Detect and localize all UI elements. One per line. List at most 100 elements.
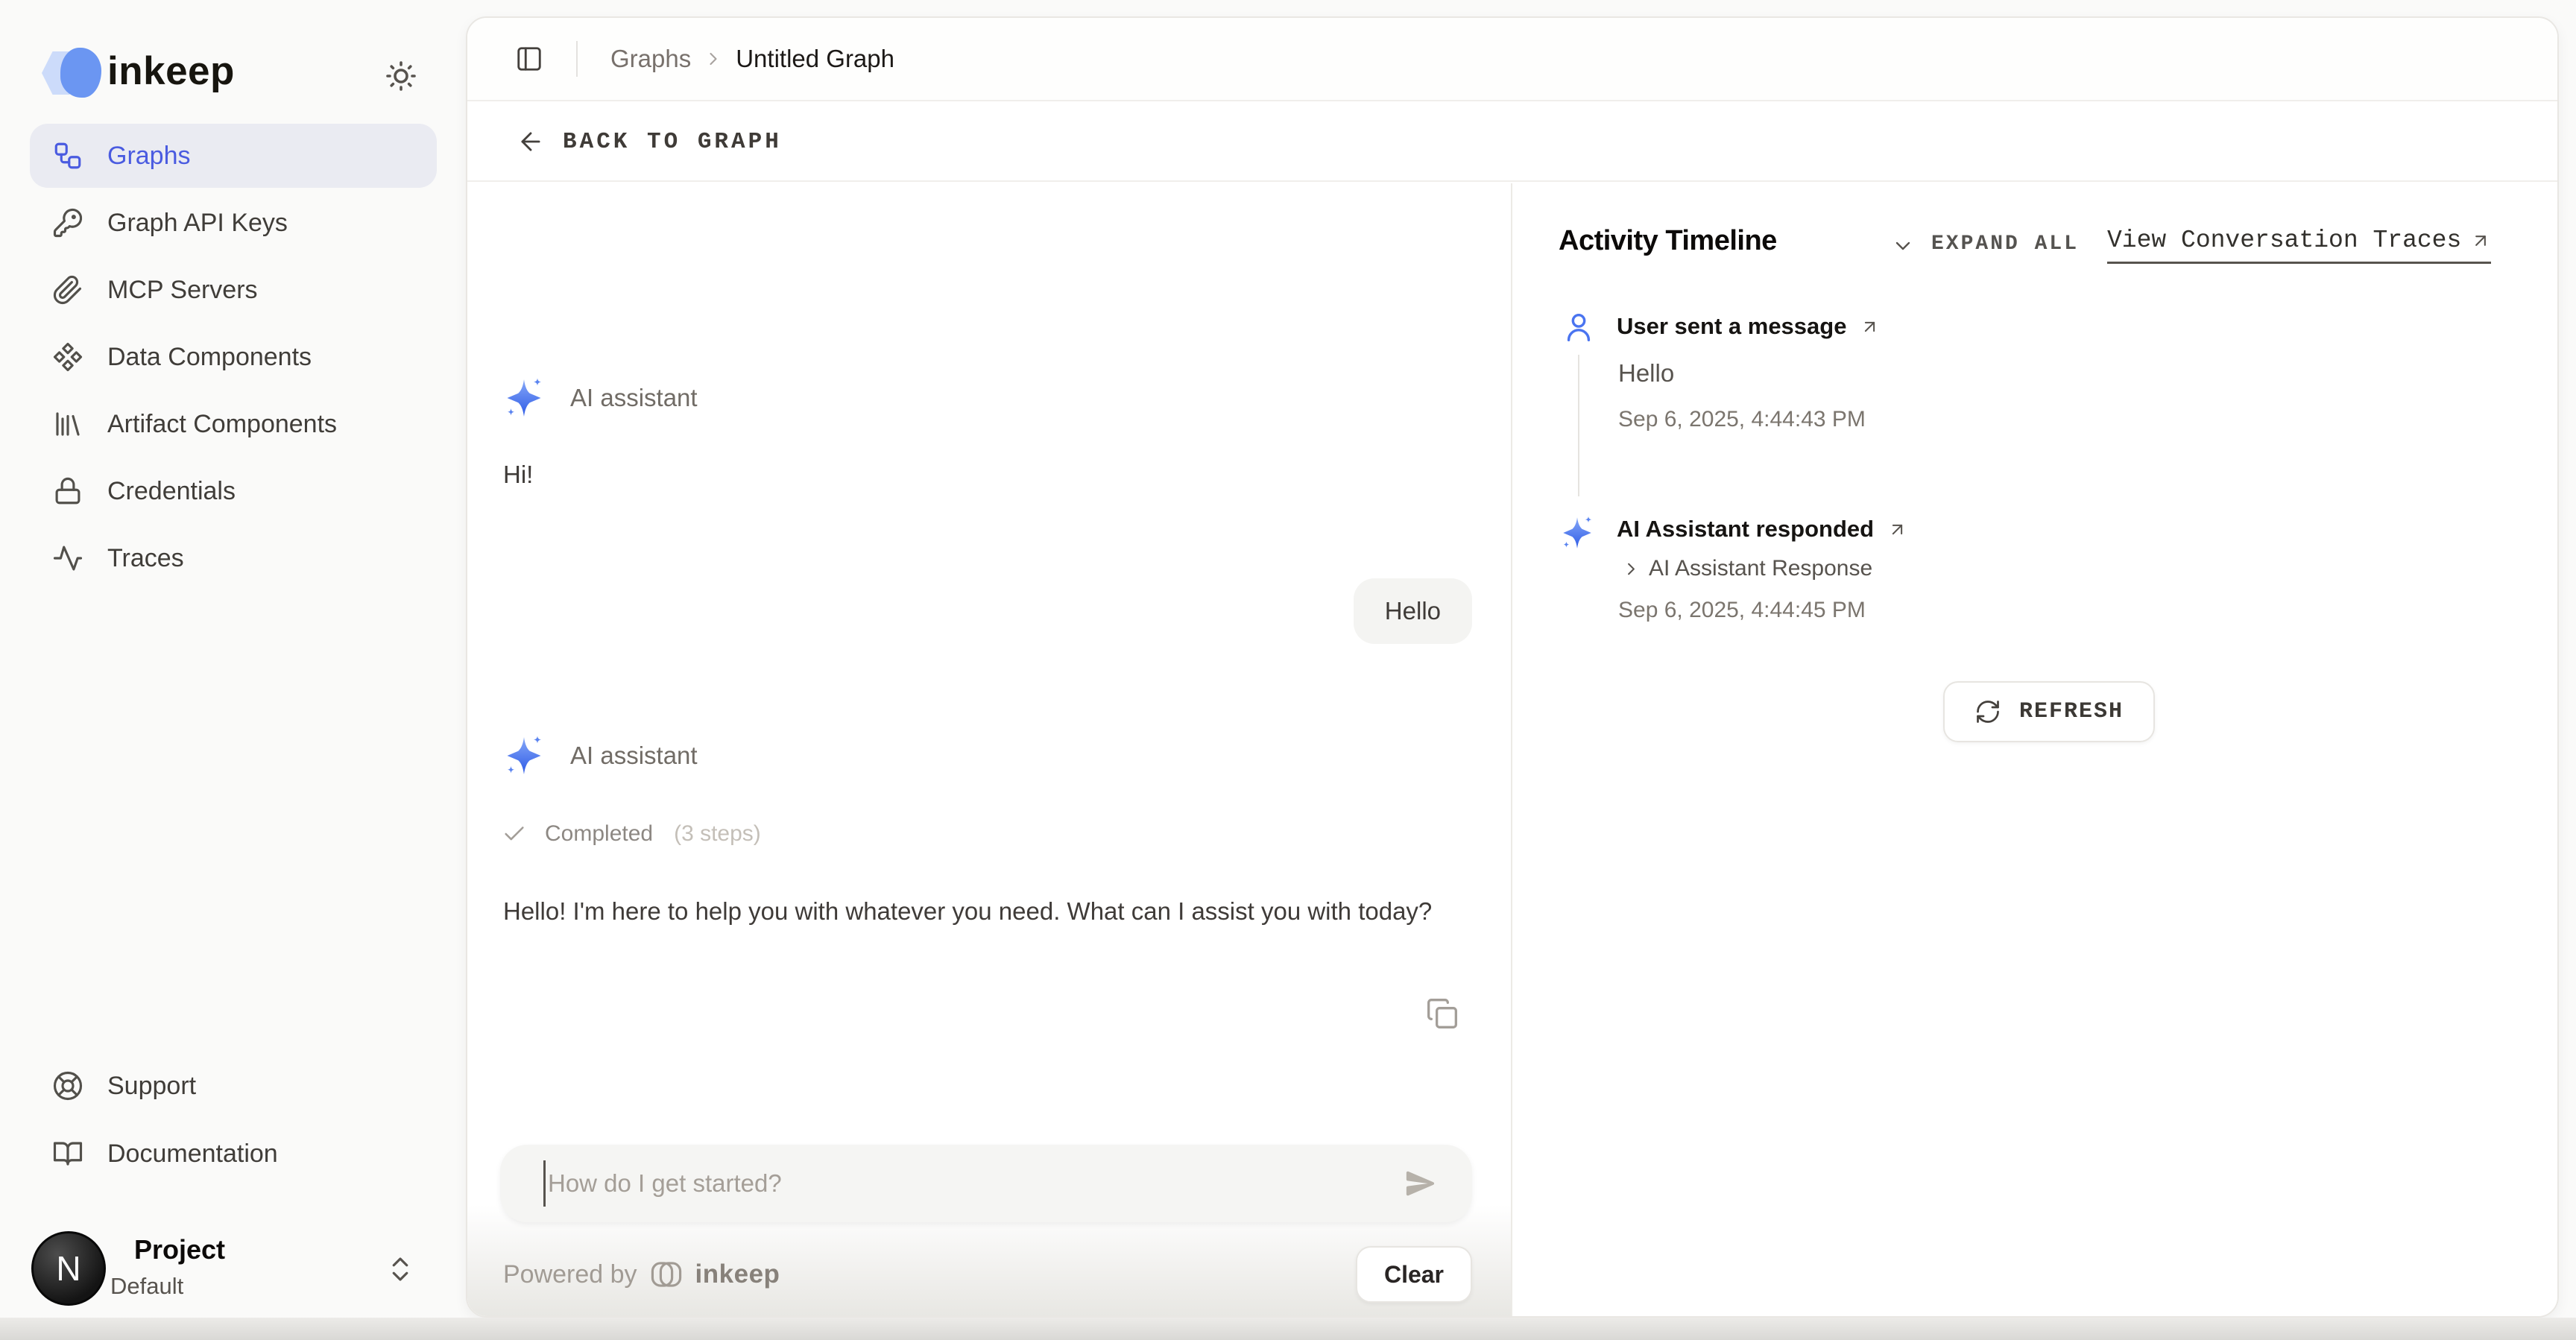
back-to-graph-label: BACK TO GRAPH: [563, 129, 782, 155]
copy-icon[interactable]: [1426, 997, 1459, 1030]
sidebar-item-credentials[interactable]: Credentials: [30, 459, 437, 523]
arrow-up-right-icon: [2470, 230, 2491, 251]
project-name: Project: [134, 1234, 225, 1265]
sidebar-item-label: Support: [107, 1072, 196, 1101]
event-title: User sent a message: [1617, 313, 1846, 340]
sidebar-item-label: Artifact Components: [107, 410, 337, 439]
refresh-button-label: REFRESH: [2019, 699, 2124, 724]
assistant-message-header: AI assistant: [502, 376, 698, 420]
app-window: inkeep Graphs Graph API Keys: [0, 0, 2576, 1340]
sidebar-item-traces[interactable]: Traces: [30, 526, 437, 590]
panel-left-toggle-icon[interactable]: [515, 45, 543, 73]
chevron-down-icon[interactable]: [1891, 234, 1915, 258]
sidebar-item-label: MCP Servers: [107, 276, 258, 305]
check-icon: [502, 821, 527, 847]
key-icon: [52, 207, 83, 238]
event-title: AI Assistant responded: [1617, 516, 1874, 543]
sidebar-item-label: Graphs: [107, 142, 191, 171]
sidebar-item-label: Traces: [107, 544, 184, 573]
clear-button-label: Clear: [1384, 1261, 1444, 1289]
chat-preview-panel: AI assistant Hi! Hello AI assistant Comp…: [467, 183, 1512, 1316]
assistant-label: AI assistant: [570, 742, 698, 770]
breadcrumb-current: Untitled Graph: [736, 45, 894, 73]
refresh-button[interactable]: REFRESH: [1943, 681, 2155, 742]
back-to-graph-button[interactable]: BACK TO GRAPH: [467, 103, 2557, 182]
sparkles-icon: [1559, 514, 1596, 552]
inkeep-glyph-icon: [649, 1260, 684, 1289]
status-label: Completed: [545, 821, 653, 847]
library-icon: [52, 408, 83, 440]
project-switcher[interactable]: N Project Default: [30, 1227, 437, 1313]
project-workspace: Default: [110, 1273, 183, 1300]
event-timestamp: Sep 6, 2025, 4:44:45 PM: [1618, 598, 1866, 623]
sidebar-item-label: Graph API Keys: [107, 209, 288, 238]
event-body: Hello: [1618, 359, 1674, 388]
assistant-message-text: Hello! I'm here to help you with whateve…: [503, 891, 1472, 931]
send-icon[interactable]: [1404, 1166, 1438, 1201]
powered-by-label: Powered by: [503, 1260, 637, 1289]
sidebar-item-graphs[interactable]: Graphs: [30, 124, 437, 188]
activity-timeline-panel: Activity Timeline EXPAND ALL View Conver…: [1514, 183, 2557, 1316]
text-caret: [543, 1160, 546, 1207]
chevron-right-icon: [1621, 559, 1641, 579]
main-panel: Graphs Untitled Graph BACK TO GRAPH AI a…: [466, 16, 2559, 1318]
sidebar-item-data-components[interactable]: Data Components: [30, 325, 437, 389]
timeline-event-user-message[interactable]: User sent a message: [1617, 313, 1880, 340]
refresh-icon: [1974, 698, 2001, 725]
timeline-connector-line: [1578, 355, 1579, 496]
assistant-label: AI assistant: [570, 384, 698, 412]
chevrons-up-down-icon: [385, 1254, 416, 1285]
activity-icon: [52, 543, 83, 574]
inkeep-wordmark: inkeep: [107, 45, 235, 98]
sidebar-item-support[interactable]: Support: [30, 1054, 437, 1118]
life-buoy-icon: [52, 1070, 83, 1102]
header-divider: [576, 41, 578, 77]
logo-blob-shape: [60, 48, 101, 98]
view-traces-label: View Conversation Traces: [2107, 227, 2461, 254]
component-icon: [52, 341, 83, 373]
breadcrumb-graphs[interactable]: Graphs: [610, 45, 691, 73]
theme-toggle-sun-icon[interactable]: [383, 58, 419, 94]
inkeep-logo-icon: [42, 48, 101, 98]
sidebar: inkeep Graphs Graph API Keys: [0, 0, 466, 1318]
expand-all-button[interactable]: EXPAND ALL: [1931, 233, 2079, 256]
powered-by-brand: inkeep: [695, 1260, 780, 1289]
powered-by-row[interactable]: Powered by inkeep: [503, 1260, 780, 1289]
chat-input-container: [500, 1145, 1472, 1222]
chevron-right-icon: [703, 48, 724, 69]
lock-icon: [52, 475, 83, 507]
sidebar-nav: Graphs Graph API Keys MCP Servers Data C…: [30, 124, 437, 593]
sparkles-icon: [502, 733, 546, 778]
chat-input[interactable]: [500, 1145, 1472, 1222]
workflow-icon: [52, 140, 83, 171]
paperclip-icon: [52, 274, 83, 306]
event-timestamp: Sep 6, 2025, 4:44:43 PM: [1618, 407, 1866, 432]
view-conversation-traces-link[interactable]: View Conversation Traces: [2107, 227, 2491, 264]
logo-row: inkeep: [42, 46, 429, 101]
assistant-message-header: AI assistant: [502, 733, 698, 778]
arrow-left-icon: [517, 127, 545, 156]
sparkles-icon: [502, 376, 546, 420]
sidebar-item-mcp-servers[interactable]: MCP Servers: [30, 258, 437, 322]
sidebar-item-artifact-components[interactable]: Artifact Components: [30, 392, 437, 456]
sidebar-item-label: Documentation: [107, 1140, 278, 1169]
status-steps: (3 steps): [674, 821, 761, 847]
sidebar-item-label: Data Components: [107, 343, 312, 372]
content-area: AI assistant Hi! Hello AI assistant Comp…: [467, 183, 2557, 1316]
clear-button[interactable]: Clear: [1356, 1246, 1472, 1303]
timeline-title: Activity Timeline: [1559, 225, 1777, 257]
arrow-up-right-icon: [1860, 317, 1880, 337]
sidebar-item-label: Credentials: [107, 477, 236, 506]
assistant-message-text: Hi!: [503, 461, 533, 489]
user-message-bubble: Hello: [1354, 578, 1472, 644]
assistant-response-expander[interactable]: AI Assistant Response: [1621, 556, 1872, 581]
user-icon: [1562, 310, 1596, 344]
window-bottom-strip: [0, 1318, 2576, 1340]
timeline-event-assistant-response[interactable]: AI Assistant responded: [1617, 516, 1907, 543]
sidebar-item-documentation[interactable]: Documentation: [30, 1122, 437, 1186]
sidebar-item-graph-api-keys[interactable]: Graph API Keys: [30, 191, 437, 255]
completion-status[interactable]: Completed (3 steps): [502, 821, 761, 847]
breadcrumb-header: Graphs Untitled Graph: [467, 18, 2557, 101]
book-open-icon: [52, 1138, 83, 1169]
expander-label: AI Assistant Response: [1649, 556, 1872, 581]
